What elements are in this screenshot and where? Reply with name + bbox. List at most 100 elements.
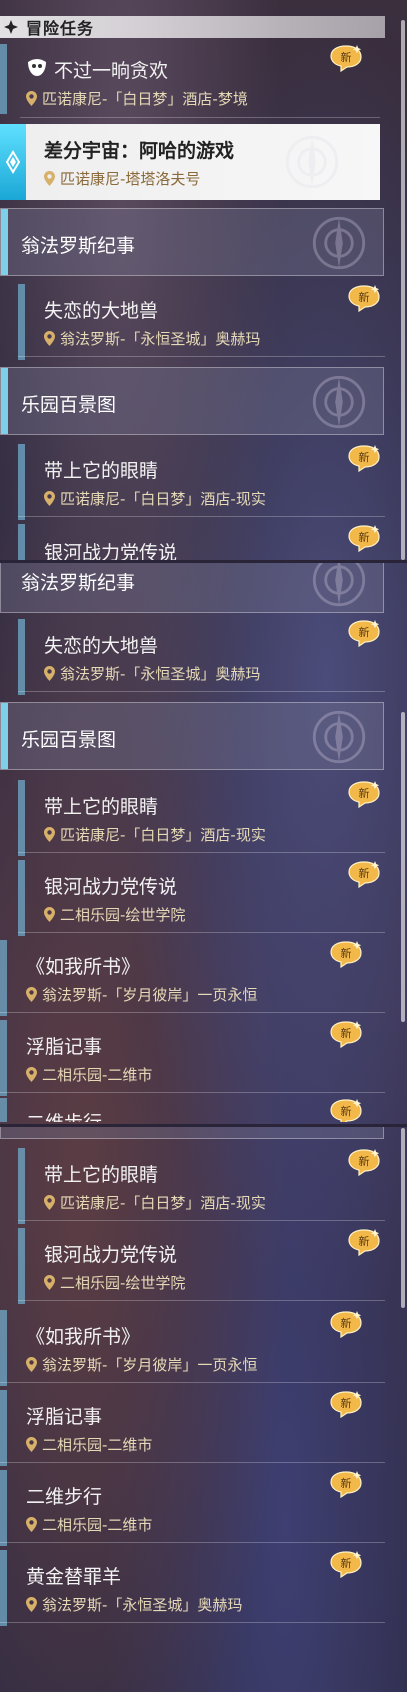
divider [0, 1382, 385, 1383]
quest-title: 银河战力党传说 [44, 1244, 178, 1266]
quest-accent-bar [18, 1148, 25, 1224]
quest-location-text: 二相乐园-绘世学院 [60, 906, 186, 924]
location-pin-icon [44, 491, 55, 506]
divider [18, 1220, 385, 1221]
quest-location: 二相乐园-绘世学院 [44, 904, 185, 925]
scrollbar[interactable] [401, 1128, 405, 1308]
location-pin-icon [26, 91, 37, 106]
quest-location: 翁法罗斯-「永恒圣城」奥赫玛 [44, 663, 260, 684]
emblem-decoration [301, 213, 377, 273]
quest-title: 二维步行 [26, 1108, 102, 1122]
quest-item[interactable]: 银河战力党传说 二相乐园-绘世学院 [18, 860, 385, 936]
quest-location-text: 翁法罗斯-「岁月彼岸」一页永恒 [42, 986, 258, 1004]
quest-location: 翁法罗斯-「永恒圣城」奥赫玛 [26, 1594, 242, 1615]
quest-location-text: 翁法罗斯-「永恒圣城」奥赫玛 [60, 330, 261, 348]
new-badge-icon [347, 1228, 381, 1256]
quest-title: 失恋的大地兽 [44, 300, 159, 322]
location-pin-icon [44, 666, 55, 681]
category-title: 翁法罗斯纪事 [21, 235, 136, 257]
quest-item-selected[interactable]: 差分宇宙：阿哈的游戏 匹诺康尼-塔塔洛夫号 [0, 124, 380, 200]
divider [18, 852, 385, 853]
new-badge-icon [329, 1390, 363, 1418]
quest-item[interactable]: 带上它的眼睛 匹诺康尼-「白日梦」酒店-现实 [18, 1148, 385, 1224]
quest-item[interactable]: 《如我所书》 翁法罗斯-「岁月彼岸」一页永恒 [0, 940, 385, 1016]
category-翁法罗斯纪事[interactable]: 翁法罗斯纪事 [0, 208, 384, 276]
new-badge-icon [347, 284, 381, 312]
quest-item[interactable]: 带上它的眼睛 匹诺康尼-「白日梦」酒店-现实 [18, 444, 385, 520]
divider [18, 1300, 385, 1301]
category-乐园百景图[interactable]: 乐园百景图 [0, 702, 384, 770]
new-badge-icon [329, 1020, 363, 1048]
scrollbar[interactable] [401, 712, 405, 1022]
category-accent-bar [1, 703, 8, 769]
diamond-icon [2, 18, 20, 36]
divider [18, 932, 385, 933]
category-accent-bar [1, 563, 8, 612]
quest-location: 匹诺康尼-「白日梦」酒店-现实 [44, 824, 266, 845]
emblem-decoration [274, 132, 350, 192]
quest-location: 翁法罗斯-「永恒圣城」奥赫玛 [44, 328, 260, 349]
quest-accent-bar [0, 1310, 7, 1386]
quest-location-text: 二相乐园-绘世学院 [60, 1274, 186, 1292]
new-badge-icon [347, 860, 381, 888]
quest-location-text: 匹诺康尼-「白日梦」酒店-现实 [60, 1194, 266, 1212]
divider [20, 117, 380, 118]
quest-title: 差分宇宙：阿哈的游戏 [44, 140, 235, 162]
mask-icon [26, 58, 48, 78]
location-pin-icon [26, 1437, 37, 1452]
category-accent-bar [1, 209, 8, 275]
quest-title: 黄金替罪羊 [26, 1566, 122, 1588]
quest-item[interactable]: 二维步行 二相乐园-二维市 [0, 1470, 385, 1546]
section-header: 冒险任务 [0, 16, 385, 38]
category-乐园百景图[interactable]: 乐园百景图 [0, 367, 384, 435]
category-header-partial [0, 1127, 384, 1139]
quest-title: 银河战力党传说 [44, 876, 178, 898]
quest-accent-bar [18, 444, 25, 520]
divider [0, 1092, 385, 1093]
divider [0, 1622, 385, 1623]
quest-location: 翁法罗斯-「岁月彼岸」一页永恒 [26, 1354, 257, 1375]
location-pin-icon [44, 171, 55, 186]
quest-accent-bar [18, 860, 25, 936]
new-badge-icon [329, 940, 363, 968]
quest-item-partial[interactable]: 二维步行 [0, 1098, 385, 1122]
quest-location-text: 翁法罗斯-「永恒圣城」奥赫玛 [60, 665, 261, 683]
quest-title: 浮脂记事 [26, 1036, 103, 1058]
emblem-decoration [301, 707, 377, 767]
quest-title: 带上它的眼睛 [44, 796, 159, 818]
quest-location: 二相乐园-二维市 [26, 1434, 152, 1455]
quest-item[interactable]: 银河战力党传说 二相乐园-绘世学院 [18, 1228, 385, 1304]
quest-title: 带上它的眼睛 [44, 1164, 159, 1186]
quest-item[interactable]: 不过一晌贪欢 匹诺康尼-「白日梦」酒店-梦境 [0, 44, 385, 120]
quest-title: 失恋的大地兽 [44, 635, 159, 657]
quest-item[interactable]: 失恋的大地兽 翁法罗斯-「永恒圣城」奥赫玛 [18, 284, 385, 360]
quest-accent-bar [0, 940, 7, 1016]
quest-accent-bar [18, 284, 25, 360]
location-pin-icon [44, 1195, 55, 1210]
selected-indicator [0, 124, 26, 200]
quest-location-text: 匹诺康尼-塔塔洛夫号 [60, 170, 201, 188]
quest-item[interactable]: 失恋的大地兽 翁法罗斯-「永恒圣城」奥赫玛 [18, 619, 385, 695]
quest-item[interactable]: 带上它的眼睛 匹诺康尼-「白日梦」酒店-现实 [18, 780, 385, 856]
location-pin-icon [44, 827, 55, 842]
quest-accent-bar [0, 1020, 7, 1096]
quest-location: 匹诺康尼-塔塔洛夫号 [44, 168, 200, 189]
quest-item[interactable]: 黄金替罪羊 翁法罗斯-「永恒圣城」奥赫玛 [0, 1550, 385, 1626]
quest-item[interactable]: 浮脂记事 二相乐园-二维市 [0, 1020, 385, 1096]
quest-item[interactable]: 《如我所书》 翁法罗斯-「岁月彼岸」一页永恒 [0, 1310, 385, 1386]
quest-item-partial[interactable]: 银河战力党传说 [18, 524, 385, 560]
quest-accent-bar [18, 619, 25, 695]
quest-location-text: 二相乐园-二维市 [42, 1516, 153, 1534]
quest-location-text: 匹诺康尼-「白日梦」酒店-现实 [60, 826, 266, 844]
quest-title: 浮脂记事 [26, 1406, 103, 1428]
quest-location: 翁法罗斯-「岁月彼岸」一页永恒 [26, 984, 257, 1005]
quest-location: 匹诺康尼-「白日梦」酒店-梦境 [26, 88, 248, 109]
scrollbar[interactable] [401, 20, 405, 560]
quest-accent-bar [18, 780, 25, 856]
quest-item[interactable]: 浮脂记事 二相乐园-二维市 [0, 1390, 385, 1466]
quest-location-text: 二相乐园-二维市 [42, 1066, 153, 1084]
category-title: 乐园百景图 [21, 729, 117, 751]
quest-location: 二相乐园-绘世学院 [44, 1272, 185, 1293]
quest-accent-bar [0, 1470, 7, 1546]
panel-divider [0, 560, 407, 563]
